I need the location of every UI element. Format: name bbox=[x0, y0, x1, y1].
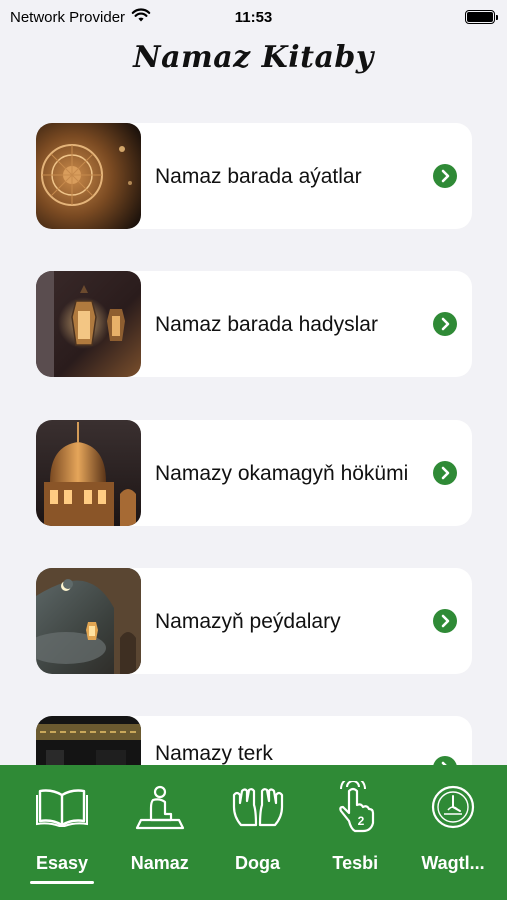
carrier-label: Network Provider bbox=[10, 8, 126, 26]
tab-label: Tesbi bbox=[332, 853, 379, 873]
topics-list: Namaz barada aýatlar Namaz barada hadysl… bbox=[36, 123, 472, 765]
chevron-right-icon bbox=[433, 164, 457, 188]
chevron-right-icon bbox=[433, 609, 457, 633]
praying-hands-icon bbox=[231, 781, 285, 833]
wifi-icon bbox=[131, 7, 151, 27]
page-title: Namaz Kitaby bbox=[133, 40, 374, 75]
tab-label: Wagtl... bbox=[421, 853, 485, 873]
list-item-terk[interactable]: Namazy terk bbox=[36, 716, 472, 765]
open-book-icon bbox=[36, 781, 88, 833]
lanterns-image bbox=[36, 271, 141, 377]
tab-namaz[interactable]: Namaz bbox=[112, 765, 208, 900]
tap-counter-icon: 2 bbox=[333, 781, 377, 833]
list-item-hokumi[interactable]: Namazy okamagyň hökümi bbox=[36, 420, 472, 526]
praying-person-icon bbox=[135, 781, 185, 833]
list-item-hadyslar[interactable]: Namaz barada hadyslar bbox=[36, 271, 472, 377]
selected-indicator bbox=[30, 881, 94, 884]
prayer-clock-icon bbox=[430, 781, 476, 833]
battery-icon bbox=[465, 10, 498, 24]
kaaba-image bbox=[36, 716, 141, 765]
tab-label: Doga bbox=[235, 853, 280, 873]
card-label: Namazyň peýdalary bbox=[155, 609, 341, 633]
tap-count-badge: 2 bbox=[358, 814, 365, 828]
list-item-ayatlar[interactable]: Namaz barada aýatlar bbox=[36, 123, 472, 229]
card-label: Namaz barada hadyslar bbox=[155, 312, 378, 336]
tab-tesbi[interactable]: 2 Tesbi bbox=[307, 765, 403, 900]
tab-doga[interactable]: Doga bbox=[210, 765, 306, 900]
chevron-right-icon bbox=[433, 312, 457, 336]
list-item-peydalary[interactable]: Namazyň peýdalary bbox=[36, 568, 472, 674]
card-label: Namaz barada aýatlar bbox=[155, 164, 362, 188]
tab-bar: Esasy Namaz Doga 2 Tesbi Wagtl... bbox=[0, 765, 507, 900]
chevron-right-icon bbox=[433, 461, 457, 485]
chevron-right-icon bbox=[433, 756, 457, 765]
card-label: Namazy okamagyň hökümi bbox=[155, 461, 409, 485]
tab-esasy[interactable]: Esasy bbox=[14, 765, 110, 900]
mosque-dome-image bbox=[36, 420, 141, 526]
tab-label: Esasy bbox=[35, 853, 89, 873]
tab-wagtlar[interactable]: Wagtl... bbox=[405, 765, 501, 900]
moon-arch-image bbox=[36, 568, 141, 674]
islamic-ornament-image bbox=[36, 123, 141, 229]
card-label: Namazy terk bbox=[155, 742, 273, 765]
status-bar: Network Provider 11:53 bbox=[0, 0, 507, 34]
status-left: Network Provider bbox=[10, 7, 151, 27]
tab-label: Namaz bbox=[130, 853, 189, 873]
